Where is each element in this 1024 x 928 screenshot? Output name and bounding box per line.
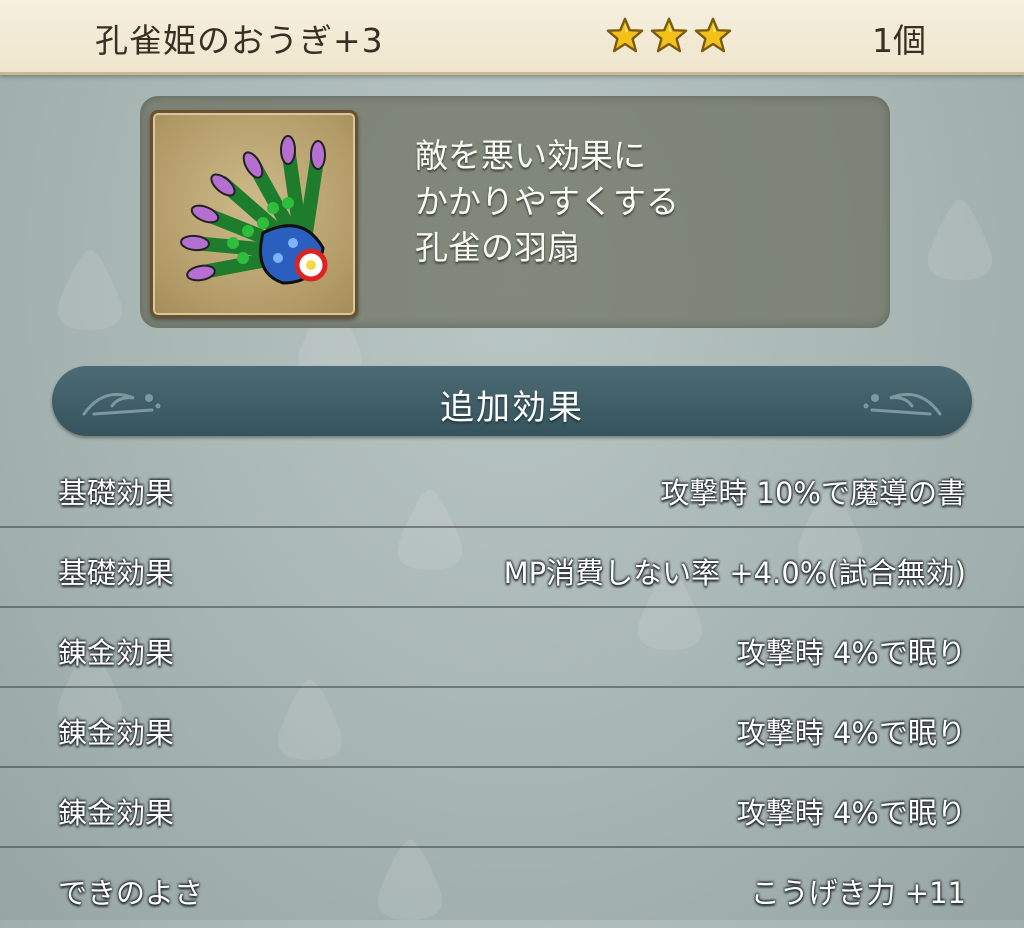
item-name: 孔雀姫のおうぎ+3 — [95, 21, 384, 60]
star-icon — [694, 17, 732, 53]
effect-row: 錬金効果 攻撃時 4%で眠り — [0, 768, 1024, 848]
effect-label: 錬金効果 — [58, 716, 175, 750]
description-line: 孔雀の羽扇 — [415, 228, 580, 267]
description-line: かかりやすくする — [415, 182, 679, 221]
description-line: 敵を悪い効果に — [415, 136, 646, 175]
item-count: 1個 — [872, 21, 926, 60]
effect-row: 基礎効果 MP消費しない率 +4.0%(試合無効) — [0, 528, 1024, 608]
effect-value: 攻撃時 4%で眠り — [736, 636, 966, 670]
effect-value: 攻撃時 10%で魔導の書 — [660, 476, 966, 510]
star-icon — [650, 17, 688, 53]
section-title: 追加効果 — [440, 388, 584, 428]
peacock-fan-icon — [180, 135, 328, 285]
rarity-stars — [606, 16, 732, 54]
effect-row: 錬金効果 攻撃時 4%で眠り — [0, 688, 1024, 768]
effect-row: できのよさ こうげき力 +11 — [0, 848, 1024, 928]
effect-row: 錬金効果 攻撃時 4%で眠り — [0, 608, 1024, 688]
effect-value: 攻撃時 4%で眠り — [736, 716, 966, 750]
item-header: 孔雀姫のおうぎ+3 1個 — [0, 0, 1024, 75]
flourish-right-icon — [863, 393, 942, 416]
effect-label: 基礎効果 — [58, 476, 175, 510]
item-description: 敵を悪い効果に かかりやすくする 孔雀の羽扇 — [415, 133, 679, 271]
effect-label: できのよさ — [58, 876, 204, 910]
effect-label: 錬金効果 — [58, 796, 175, 830]
effect-value: 攻撃時 4%で眠り — [736, 796, 966, 830]
effect-value: こうげき力 +11 — [750, 876, 966, 910]
effect-label: 錬金効果 — [58, 636, 175, 670]
effect-row: 基礎効果 攻撃時 10%で魔導の書 — [0, 448, 1024, 528]
effect-label: 基礎効果 — [58, 556, 175, 590]
item-icon-frame — [150, 110, 358, 318]
effects-list: 基礎効果 攻撃時 10%で魔導の書 基礎効果 MP消費しない率 +4.0%(試合… — [0, 448, 1024, 928]
effect-value: MP消費しない率 +4.0%(試合無効) — [503, 556, 966, 590]
section-banner: 追加効果 — [52, 366, 972, 436]
star-icon — [606, 17, 644, 53]
